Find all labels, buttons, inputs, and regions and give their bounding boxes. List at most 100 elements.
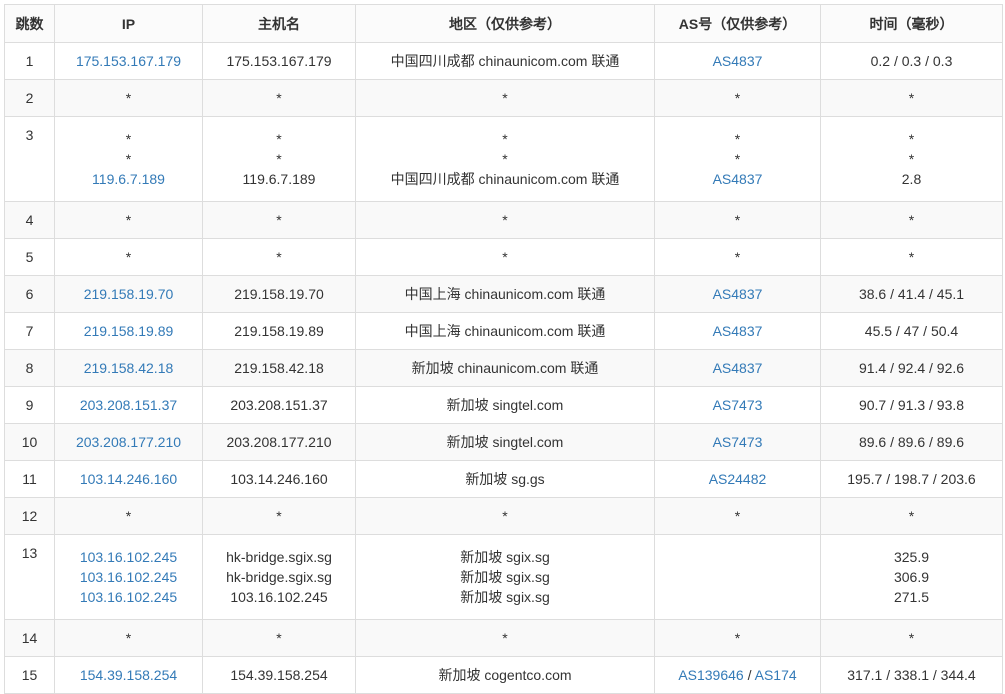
time-text: *: [908, 212, 915, 228]
hostname-cell: 175.153.167.179: [202, 42, 356, 80]
ip-link[interactable]: 219.158.42.18: [59, 358, 198, 378]
ip-text: *: [125, 90, 132, 106]
table-row: 12 * * * * *: [4, 497, 1003, 535]
as-cell: AS4837: [654, 312, 821, 350]
hostname-text: *: [276, 508, 282, 524]
hop-number-cell: 11: [4, 460, 55, 498]
table-row: 3 * * 119.6.7.189 * * 119.6.7.189 * * 中国四川成都 chin…: [4, 116, 1003, 202]
as-cell: AS24482: [654, 460, 821, 498]
hostname-text: 203.208.151.37: [230, 397, 328, 413]
ip-text: *: [125, 508, 132, 524]
hostname-cell: 203.208.151.37: [202, 386, 356, 424]
as-text: *: [734, 131, 741, 147]
ip-cell: 103.14.246.160: [54, 460, 203, 498]
as-link[interactable]: AS24482: [709, 471, 767, 487]
region-text: 新加坡 sgix.sg: [460, 569, 550, 585]
table-row: 11 103.14.246.160 103.14.246.160 新加坡 sg.gs A…: [4, 460, 1003, 498]
ip-link[interactable]: 103.16.102.245: [59, 587, 198, 607]
as-cell: *: [654, 79, 821, 117]
table-row: 9 203.208.151.37 203.208.151.37 新加坡 singtel…: [4, 386, 1003, 424]
ip-link[interactable]: 119.6.7.189: [59, 169, 198, 189]
table-body: 1 175.153.167.179 175.153.167.179 中国四川成都 ch…: [4, 42, 1003, 694]
ip-link[interactable]: 175.153.167.179: [59, 51, 198, 71]
ip-cell: *: [54, 497, 203, 535]
as-text: *: [734, 151, 741, 167]
table-row: 2 * * * * *: [4, 79, 1003, 117]
header-time: 时间（毫秒）: [820, 4, 1003, 43]
ip-cell: 154.39.158.254: [54, 656, 203, 694]
hop-number-cell: 7: [4, 312, 55, 350]
hostname-text: 203.208.177.210: [226, 434, 332, 450]
region-cell: 中国四川成都 chinaunicom.com 联通: [355, 42, 655, 80]
time-cell: 45.5 / 47 / 50.4: [820, 312, 1003, 350]
ip-text: *: [125, 151, 132, 167]
ip-link[interactable]: 103.16.102.245: [59, 547, 198, 567]
hostname-text: *: [276, 212, 282, 228]
time-text: 90.7 / 91.3 / 93.8: [858, 397, 965, 413]
region-text: 新加坡 chinaunicom.com 联通: [411, 360, 599, 376]
ip-text: *: [125, 249, 132, 265]
as-cell: AS4837: [654, 349, 821, 387]
region-cell: 新加坡 sgix.sg 新加坡 sgix.sg 新加坡 sgix.sg: [355, 534, 655, 620]
table-row: 4 * * * * *: [4, 201, 1003, 239]
region-cell: 中国上海 chinaunicom.com 联通: [355, 312, 655, 350]
as-link[interactable]: AS7473: [713, 434, 763, 450]
time-text: *: [908, 630, 915, 646]
ip-link[interactable]: 203.208.151.37: [59, 395, 198, 415]
header-region: 地区（仅供参考）: [355, 4, 655, 43]
as-link[interactable]: AS7473: [713, 397, 763, 413]
as-link[interactable]: AS4837: [713, 171, 763, 187]
hop-number-cell: 5: [4, 238, 55, 276]
time-text: 325.9: [893, 549, 930, 565]
time-text: *: [908, 131, 915, 147]
table-row: 10 203.208.177.210 203.208.177.210 新加坡 sing…: [4, 423, 1003, 461]
as-link[interactable]: AS4837: [713, 53, 763, 69]
hop-number-cell: 9: [4, 386, 55, 424]
region-text: 中国上海 chinaunicom.com 联通: [404, 286, 606, 302]
traceroute-table: 跳数 IP 主机名 地区（仅供参考） AS号（仅供参考） 时间（毫秒） 1 175…: [4, 4, 1003, 694]
ip-cell: 219.158.19.89: [54, 312, 203, 350]
time-text: 89.6 / 89.6 / 89.6: [858, 434, 965, 450]
hostname-cell: *: [202, 238, 356, 276]
time-cell: 90.7 / 91.3 / 93.8: [820, 386, 1003, 424]
region-text: 新加坡 singtel.com: [446, 397, 564, 413]
header-ip: IP: [54, 4, 203, 43]
ip-text: *: [125, 131, 132, 147]
time-cell: *: [820, 79, 1003, 117]
region-cell: *: [355, 79, 655, 117]
ip-cell: 175.153.167.179: [54, 42, 203, 80]
time-text: 306.9: [893, 569, 930, 585]
region-cell: 新加坡 cogentco.com: [355, 656, 655, 694]
ip-link[interactable]: 154.39.158.254: [59, 665, 198, 685]
table-row: 14 * * * * *: [4, 619, 1003, 657]
table-row: 5 * * * * *: [4, 238, 1003, 276]
as-cell: * * AS4837: [654, 116, 821, 202]
as-cell: [654, 534, 821, 620]
as-link[interactable]: AS4837: [713, 323, 763, 339]
as-link[interactable]: AS4837: [713, 286, 763, 302]
region-text: 中国四川成都 chinaunicom.com 联通: [390, 53, 620, 69]
as-text: *: [734, 630, 741, 646]
time-text: 271.5: [893, 589, 930, 605]
ip-cell: *: [54, 79, 203, 117]
time-text: 0.2 / 0.3 / 0.3: [870, 53, 953, 69]
ip-cell: *: [54, 619, 203, 657]
time-cell: *: [820, 497, 1003, 535]
time-text: 45.5 / 47 / 50.4: [864, 323, 959, 339]
ip-link[interactable]: 219.158.19.89: [59, 321, 198, 341]
ip-cell: 219.158.42.18: [54, 349, 203, 387]
as-link[interactable]: AS4837: [713, 360, 763, 376]
ip-link[interactable]: 219.158.19.70: [59, 284, 198, 304]
hop-number-cell: 3: [4, 116, 55, 202]
hostname-text: 154.39.158.254: [230, 667, 328, 683]
as-cell: AS4837: [654, 275, 821, 313]
region-text: 新加坡 singtel.com: [446, 434, 564, 450]
ip-link[interactable]: 203.208.177.210: [59, 432, 198, 452]
time-text: 317.1 / 338.1 / 344.4: [847, 667, 976, 683]
hostname-text: *: [276, 131, 282, 147]
header-hostname: 主机名: [202, 4, 356, 43]
ip-link[interactable]: 103.14.246.160: [59, 469, 198, 489]
table-row: 15 154.39.158.254 154.39.158.254 新加坡 cogent…: [4, 656, 1003, 694]
region-cell: * * 中国四川成都 chinaunicom.com 联通: [355, 116, 655, 202]
ip-link[interactable]: 103.16.102.245: [59, 567, 198, 587]
